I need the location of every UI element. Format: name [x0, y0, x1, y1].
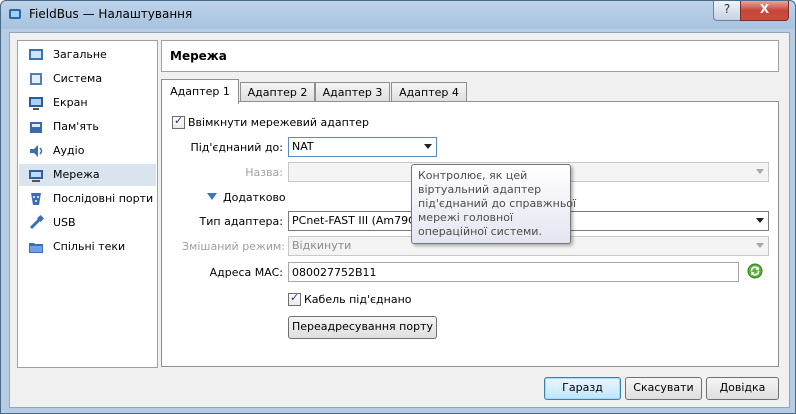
advanced-expand-icon[interactable]	[207, 193, 217, 200]
sidebar-item-label: USB	[53, 216, 76, 229]
cancel-button[interactable]: Скасувати	[625, 377, 702, 400]
chevron-down-icon	[756, 218, 764, 223]
general-icon	[29, 49, 43, 60]
sidebar-item-label: Мережа	[53, 168, 100, 181]
shared-folders-icon	[29, 243, 43, 253]
audio-icon	[30, 145, 43, 157]
promisc-mode-value: Відкинути	[292, 239, 352, 252]
sidebar-item-label: Екран	[53, 96, 88, 109]
sidebar-item-label: Спільні теки	[53, 240, 126, 253]
sidebar-item-label: Система	[53, 72, 103, 85]
attached-to-select[interactable]: NAT	[288, 137, 437, 157]
help-title-button[interactable]: ?	[713, 1, 741, 21]
mac-address-value: 080027752B11	[292, 266, 377, 279]
cable-connected-label: Кабель під'єднано	[304, 293, 412, 306]
mac-address-field[interactable]: 080027752B11	[288, 262, 739, 282]
adapter-type-label: Тип адаптера:	[199, 215, 283, 228]
tab-adapter-4[interactable]: Адаптер 4	[391, 82, 467, 103]
cable-connected-checkbox[interactable]	[288, 291, 301, 306]
tab-adapter-3[interactable]: Адаптер 3	[315, 82, 390, 103]
port-forwarding-button[interactable]: Переадресування порту	[288, 316, 437, 339]
dialog-client: Загальне Система Екран Пам'ять Аудіо Мер…	[9, 32, 790, 408]
enable-adapter-label: Ввімкнути мережевий адаптер	[188, 116, 369, 129]
attached-to-value: NAT	[292, 140, 314, 153]
storage-icon	[30, 122, 42, 133]
sidebar-item-audio[interactable]: Аудіо	[19, 140, 156, 162]
help-button[interactable]: Довідка	[706, 377, 779, 400]
display-icon	[29, 97, 43, 110]
sidebar-item-label: Пам'ять	[53, 120, 99, 133]
system-icon	[30, 73, 42, 85]
sidebar-item-network[interactable]: Мережа	[19, 164, 156, 186]
title-bar[interactable]: FieldBus — Налаштування ? X	[1, 1, 795, 31]
tab-adapter-1[interactable]: Адаптер 1	[161, 79, 239, 104]
ok-button[interactable]: Гаразд	[544, 377, 621, 400]
page-title: Мережа	[170, 49, 227, 63]
chevron-down-icon	[424, 144, 432, 149]
window-title: FieldBus — Налаштування	[29, 7, 193, 21]
mac-address-label: Адреса MAC:	[209, 266, 283, 279]
sidebar-item-shared-folders[interactable]: Спільні теки	[19, 236, 156, 258]
tooltip-line: операційної системи.	[418, 225, 542, 238]
advanced-toggle-label[interactable]: Додатково	[223, 191, 286, 204]
settings-window: FieldBus — Налаштування ? X Загальне Сис…	[0, 0, 796, 414]
tooltip: Контролює, як цей віртуальний адаптер пі…	[411, 164, 576, 244]
enable-adapter-checkbox[interactable]	[172, 114, 185, 129]
attached-to-label: Під'єднаний до:	[190, 141, 283, 154]
tooltip-line: Контролює, як цей	[418, 169, 528, 182]
page-header: Мережа	[161, 40, 779, 72]
tab-adapter-2[interactable]: Адаптер 2	[240, 82, 315, 103]
sidebar-item-label: Послідовні порти	[53, 192, 154, 205]
name-label: Назва:	[245, 166, 283, 179]
sidebar-item-usb[interactable]: USB	[19, 212, 156, 234]
promisc-mode-label: Змішаний режим:	[182, 240, 286, 253]
virtualbox-app-icon	[9, 9, 21, 19]
refresh-mac-icon[interactable]	[747, 263, 763, 279]
sidebar-item-system[interactable]: Система	[19, 68, 156, 90]
sidebar-item-display[interactable]: Екран	[19, 92, 156, 114]
sidebar-item-label: Загальне	[53, 48, 107, 61]
tooltip-line: під'єднаний до справжньої	[418, 197, 577, 210]
close-button[interactable]: X	[740, 1, 789, 21]
serial-ports-icon	[31, 193, 41, 205]
tooltip-line: віртуальний адаптер	[418, 183, 542, 196]
chevron-down-icon	[756, 169, 764, 174]
sidebar-item-serial-ports[interactable]: Послідовні порти	[19, 188, 156, 210]
settings-sidebar: Загальне Система Екран Пам'ять Аудіо Мер…	[17, 40, 158, 368]
sidebar-item-label: Аудіо	[53, 144, 85, 157]
tooltip-line: мережі головної	[418, 211, 514, 224]
usb-icon	[29, 215, 44, 230]
chevron-down-icon	[756, 243, 764, 248]
sidebar-item-general[interactable]: Загальне	[19, 44, 156, 66]
network-icon	[29, 170, 43, 182]
sidebar-item-storage[interactable]: Пам'ять	[19, 116, 156, 138]
